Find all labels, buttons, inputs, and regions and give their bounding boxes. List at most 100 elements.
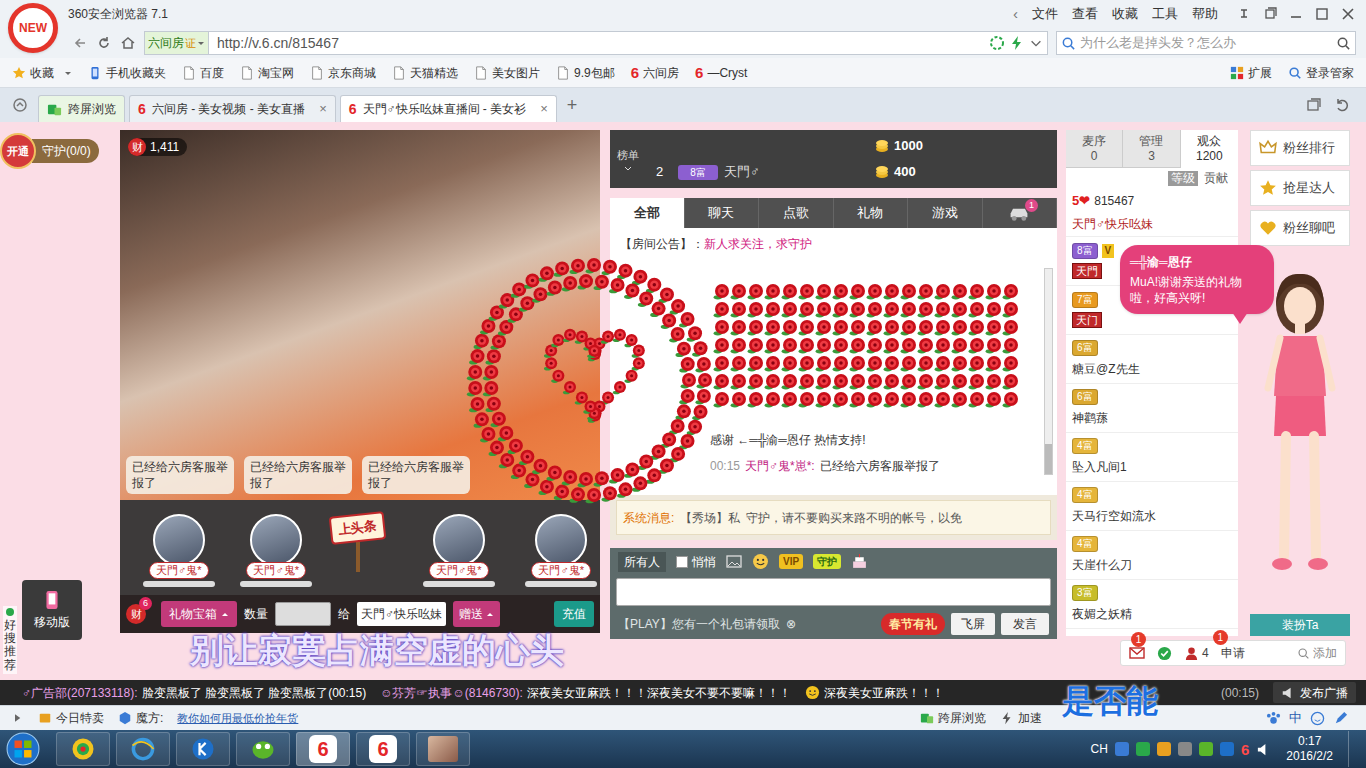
search-icon[interactable] bbox=[1336, 36, 1351, 51]
taskbar-app[interactable] bbox=[116, 732, 170, 766]
new-tab-button[interactable]: + bbox=[567, 92, 578, 119]
bookmark-item[interactable]: 6六间房 bbox=[631, 64, 679, 82]
tab-close-button[interactable]: × bbox=[319, 99, 327, 119]
audience-name[interactable]: 天崖什么刀 bbox=[1072, 556, 1132, 574]
paw-icon[interactable] bbox=[1266, 711, 1281, 726]
url-field[interactable]: 六间房证 http://v.6.cn/815467 bbox=[144, 31, 1048, 55]
broadcast-button[interactable]: 发布广播 bbox=[1273, 682, 1356, 703]
back-icon[interactable] bbox=[72, 35, 88, 51]
security-icon[interactable] bbox=[989, 35, 1005, 51]
tab-home[interactable] bbox=[12, 97, 28, 113]
whisper-checkbox[interactable] bbox=[676, 556, 688, 568]
tray-icon[interactable] bbox=[1115, 742, 1129, 756]
menu-item[interactable]: 文件 bbox=[1032, 4, 1058, 24]
search-input[interactable] bbox=[1080, 33, 1332, 53]
bookmark-item[interactable]: 天猫精选 bbox=[392, 64, 458, 82]
ime-indicator[interactable]: 中 bbox=[1289, 708, 1302, 728]
audience-item[interactable]: 6富糖豆@Z先生 bbox=[1066, 335, 1238, 384]
side-button[interactable]: 粉丝排行 bbox=[1250, 130, 1350, 166]
menu-arrow[interactable]: ‹ bbox=[1013, 3, 1018, 26]
audience-tab[interactable]: 观众1200 bbox=[1181, 130, 1238, 168]
tray-icon[interactable] bbox=[1178, 742, 1192, 756]
side-button[interactable]: 粉丝聊吧 bbox=[1250, 210, 1350, 246]
search-engine-icon[interactable] bbox=[1061, 36, 1076, 51]
host-name[interactable]: 天門♂快乐吆妹 bbox=[1072, 215, 1153, 233]
audience-name[interactable]: 天马行空如流水 bbox=[1072, 507, 1156, 525]
recharge-button[interactable]: 充值 bbox=[554, 601, 594, 627]
status-item[interactable]: 魔方: bbox=[118, 709, 163, 727]
bookmark-tool[interactable]: 扩展 bbox=[1230, 64, 1272, 82]
search-box[interactable] bbox=[1056, 31, 1356, 55]
minimize-icon[interactable] bbox=[1284, 6, 1308, 22]
browser-tab[interactable]: 6六间房 - 美女视频 - 美女直播× bbox=[129, 95, 336, 122]
browser-tab[interactable]: 跨屏浏览 bbox=[38, 95, 125, 122]
image-icon[interactable] bbox=[726, 554, 742, 570]
audience-item[interactable]: 4富天崖什么刀 bbox=[1066, 531, 1238, 580]
browser-tab[interactable]: 6天門♂快乐吆妹直播间 - 美女衫× bbox=[340, 95, 557, 122]
ticker-user[interactable]: ♂广告部(207133118): bbox=[22, 684, 138, 702]
quantity-input[interactable] bbox=[275, 602, 331, 626]
apply-button[interactable]: 申请1 bbox=[1221, 644, 1245, 662]
bookmark-item[interactable]: 9.9包邮 bbox=[556, 64, 615, 82]
status-item[interactable]: 加速 bbox=[1000, 709, 1042, 727]
check-circle-icon[interactable] bbox=[1157, 646, 1172, 661]
guard-count[interactable]: 守护(0/0) bbox=[32, 139, 99, 163]
chat-tab[interactable]: 礼物 bbox=[834, 198, 909, 228]
guard-bar[interactable]: 开通守护(0/0) bbox=[0, 133, 120, 169]
bookmark-item[interactable]: 6—Cryst bbox=[695, 64, 747, 82]
message-user[interactable]: 天門♂鬼*崽*: bbox=[745, 457, 815, 475]
gift-box-button[interactable]: 礼物宝箱 bbox=[161, 601, 237, 627]
cake-icon[interactable] bbox=[851, 553, 868, 570]
menu-item[interactable]: 工具 bbox=[1152, 4, 1178, 24]
audience-name[interactable]: 糖豆@Z先生 bbox=[1072, 360, 1140, 378]
audience-item[interactable]: 5❤815467天門♂快乐吆妹 bbox=[1066, 188, 1238, 237]
headline-badge[interactable]: 上头条 bbox=[330, 514, 385, 572]
dropdown-icon[interactable] bbox=[64, 70, 72, 76]
recommend-strip[interactable]: 好搜推荐 bbox=[3, 606, 17, 674]
emoji-icon[interactable] bbox=[752, 553, 769, 570]
show-desktop-button[interactable] bbox=[1348, 731, 1360, 767]
taskbar-app[interactable]: 6 bbox=[296, 732, 350, 766]
site-badge[interactable]: 六间房证 bbox=[145, 32, 209, 54]
level-column[interactable]: 等级 bbox=[1168, 171, 1198, 186]
taskbar-app[interactable] bbox=[56, 732, 110, 766]
history-dropdown-icon[interactable] bbox=[1029, 36, 1043, 50]
pen-icon[interactable] bbox=[1333, 711, 1348, 726]
send-gift-button[interactable]: 赠送 bbox=[453, 601, 500, 627]
mail-button[interactable]: 1 bbox=[1129, 645, 1145, 661]
avatar[interactable]: 天門♂鬼* bbox=[523, 514, 601, 587]
tray-icon[interactable] bbox=[1157, 742, 1171, 756]
gift-pack-notice[interactable]: 【PLAY】您有一个礼包请领取 bbox=[618, 615, 780, 633]
mobile-version-button[interactable]: 移动版 bbox=[22, 580, 82, 640]
tab-list-icon[interactable] bbox=[1306, 97, 1322, 113]
start-button-icon[interactable] bbox=[6, 732, 40, 766]
recipient-select[interactable]: 天門♂快乐吆妹 bbox=[357, 602, 446, 626]
url-text[interactable]: http://v.6.cn/815467 bbox=[217, 33, 339, 54]
pin-icon[interactable] bbox=[1232, 6, 1256, 22]
bookmark-item[interactable]: 百度 bbox=[182, 64, 224, 82]
tray-icon[interactable] bbox=[1220, 742, 1234, 756]
scroll-thumb[interactable] bbox=[1045, 444, 1052, 474]
bookmark-item[interactable]: 淘宝网 bbox=[240, 64, 294, 82]
taskbar-app[interactable] bbox=[416, 732, 470, 766]
clock[interactable]: 0:172016/2/2 bbox=[1286, 734, 1333, 764]
audience-tab[interactable]: 管理3 bbox=[1123, 130, 1180, 168]
video-player[interactable]: 财1,411已经给六房客服举报了已经给六房客服举报了已经给六房客服举报了 bbox=[120, 130, 600, 500]
bookmark-item[interactable]: 京东商城 bbox=[310, 64, 376, 82]
chat-input[interactable] bbox=[616, 578, 1051, 606]
contribution-column[interactable]: 贡献 bbox=[1204, 169, 1228, 187]
people-button[interactable]: 4 bbox=[1184, 644, 1209, 662]
status-item[interactable]: 今日特卖 bbox=[38, 709, 104, 727]
expand-icon[interactable] bbox=[12, 712, 24, 724]
taskbar-app[interactable] bbox=[236, 732, 290, 766]
chat-scrollbar[interactable] bbox=[1044, 268, 1053, 475]
rank-tab[interactable]: 榜单 bbox=[610, 130, 646, 188]
avatar[interactable]: 天門♂鬼* bbox=[140, 514, 218, 587]
avatar[interactable]: 天門♂鬼* bbox=[420, 514, 498, 587]
chat-tab[interactable]: 点歌 bbox=[759, 198, 834, 228]
audience-tab[interactable]: 麦序0 bbox=[1066, 130, 1123, 168]
promo-link[interactable]: 教你如何用最低价抢年货 bbox=[177, 710, 298, 727]
bookmark-tool[interactable]: 登录管家 bbox=[1288, 64, 1354, 82]
browser-logo[interactable]: NEW bbox=[8, 3, 58, 53]
audience-item[interactable]: 4富坠入凡间1 bbox=[1066, 433, 1238, 482]
